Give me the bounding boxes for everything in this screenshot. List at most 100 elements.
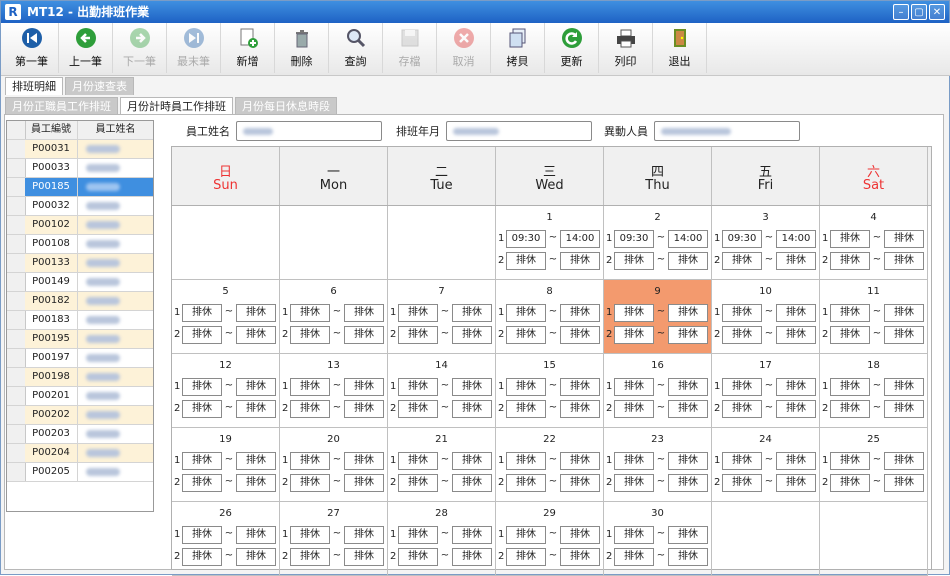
shift-end-field[interactable]: 排休 — [236, 326, 276, 344]
shift-start-field[interactable]: 排休 — [614, 304, 654, 322]
shift-start-field[interactable]: 排休 — [614, 526, 654, 544]
shift-end-field[interactable]: 排休 — [560, 378, 600, 396]
table-row[interactable]: P00182 — [7, 292, 153, 311]
employee-name-cell[interactable] — [78, 292, 153, 310]
shift-end-field[interactable]: 排休 — [236, 474, 276, 492]
schedule-month-field[interactable] — [446, 121, 592, 141]
shift-end-field[interactable]: 排休 — [560, 252, 600, 270]
row-selector[interactable] — [7, 140, 26, 158]
shift-start-field[interactable]: 排休 — [182, 400, 222, 418]
row-selector[interactable] — [7, 311, 26, 329]
employee-name-cell[interactable] — [78, 444, 153, 462]
employee-id-cell[interactable]: P00185 — [25, 178, 78, 196]
shift-end-field[interactable]: 排休 — [452, 304, 492, 322]
employee-name-cell[interactable] — [78, 159, 153, 177]
shift-start-field[interactable]: 排休 — [182, 304, 222, 322]
shift-end-field[interactable]: 14:00 — [776, 230, 816, 248]
row-selector[interactable] — [7, 349, 26, 367]
calendar-day-27[interactable]: 27 1 排休 ~ 排休 2 排休 ~ 排休 — [280, 502, 388, 576]
shift-end-field[interactable]: 排休 — [668, 526, 708, 544]
shift-start-field[interactable]: 排休 — [614, 378, 654, 396]
shift-start-field[interactable]: 排休 — [290, 400, 330, 418]
shift-start-field[interactable]: 排休 — [398, 452, 438, 470]
shift-end-field[interactable]: 排休 — [668, 452, 708, 470]
shift-start-field[interactable]: 排休 — [182, 526, 222, 544]
shift-end-field[interactable]: 排休 — [560, 304, 600, 322]
shift-end-field[interactable]: 排休 — [884, 252, 924, 270]
minimize-button[interactable]: – — [893, 4, 909, 20]
shift-start-field[interactable]: 排休 — [506, 548, 546, 566]
shift-start-field[interactable]: 排休 — [506, 526, 546, 544]
shift-start-field[interactable]: 排休 — [398, 326, 438, 344]
shift-start-field[interactable]: 排休 — [830, 230, 870, 248]
shift-end-field[interactable]: 14:00 — [560, 230, 600, 248]
employee-name-cell[interactable] — [78, 387, 153, 405]
employee-id-cell[interactable]: P00201 — [25, 387, 78, 405]
shift-start-field[interactable]: 排休 — [722, 452, 762, 470]
shift-end-field[interactable]: 排休 — [776, 452, 816, 470]
table-row[interactable]: P00031 — [7, 140, 153, 159]
shift-end-field[interactable]: 排休 — [452, 474, 492, 492]
shift-end-field[interactable]: 排休 — [452, 526, 492, 544]
table-row[interactable]: P00204 — [7, 444, 153, 463]
table-row[interactable]: P00033 — [7, 159, 153, 178]
shift-end-field[interactable]: 排休 — [668, 474, 708, 492]
row-selector[interactable] — [7, 368, 26, 386]
employee-name-cell[interactable] — [78, 140, 153, 158]
row-selector[interactable] — [7, 292, 26, 310]
shift-end-field[interactable]: 排休 — [236, 526, 276, 544]
row-selector[interactable] — [7, 178, 26, 196]
shift-end-field[interactable]: 排休 — [884, 452, 924, 470]
employee-id-cell[interactable]: P00033 — [25, 159, 78, 177]
table-row[interactable]: P00149 — [7, 273, 153, 292]
shift-start-field[interactable]: 09:30 — [722, 230, 762, 248]
shift-start-field[interactable]: 排休 — [182, 326, 222, 344]
shift-end-field[interactable]: 14:00 — [668, 230, 708, 248]
toolbar-button-save[interactable]: 存檔 — [383, 23, 437, 73]
shift-start-field[interactable]: 排休 — [398, 548, 438, 566]
calendar-day-28[interactable]: 28 1 排休 ~ 排休 2 排休 ~ 排休 — [388, 502, 496, 576]
toolbar-button-trash[interactable]: 刪除 — [275, 23, 329, 73]
row-selector[interactable] — [7, 330, 26, 348]
calendar-day-8[interactable]: 8 1 排休 ~ 排休 2 排休 ~ 排休 — [496, 280, 604, 354]
row-selector[interactable] — [7, 387, 26, 405]
calendar-day-12[interactable]: 12 1 排休 ~ 排休 2 排休 ~ 排休 — [172, 354, 280, 428]
employee-id-cell[interactable]: P00032 — [25, 197, 78, 215]
calendar-day-6[interactable]: 6 1 排休 ~ 排休 2 排休 ~ 排休 — [280, 280, 388, 354]
employee-id-cell[interactable]: P00195 — [25, 330, 78, 348]
shift-end-field[interactable]: 排休 — [452, 400, 492, 418]
shift-start-field[interactable]: 09:30 — [614, 230, 654, 248]
tab-monthly-lookup[interactable]: 月份速查表 — [65, 77, 134, 95]
calendar-day-30[interactable]: 30 1 排休 ~ 排休 2 排休 ~ 排休 — [604, 502, 712, 576]
shift-end-field[interactable]: 排休 — [668, 326, 708, 344]
shift-start-field[interactable]: 排休 — [290, 304, 330, 322]
shift-end-field[interactable]: 排休 — [452, 452, 492, 470]
calendar-day-21[interactable]: 21 1 排休 ~ 排休 2 排休 ~ 排休 — [388, 428, 496, 502]
shift-start-field[interactable]: 排休 — [830, 252, 870, 270]
shift-start-field[interactable]: 排休 — [614, 474, 654, 492]
calendar-day-22[interactable]: 22 1 排休 ~ 排休 2 排休 ~ 排休 — [496, 428, 604, 502]
table-row[interactable]: P00133 — [7, 254, 153, 273]
employee-name-cell[interactable] — [78, 178, 153, 196]
shift-start-field[interactable]: 排休 — [722, 304, 762, 322]
row-selector[interactable] — [7, 159, 26, 177]
shift-start-field[interactable]: 排休 — [290, 326, 330, 344]
shift-end-field[interactable]: 排休 — [560, 400, 600, 418]
calendar-day-29[interactable]: 29 1 排休 ~ 排休 2 排休 ~ 排休 — [496, 502, 604, 576]
shift-end-field[interactable]: 排休 — [776, 378, 816, 396]
shift-end-field[interactable]: 排休 — [344, 400, 384, 418]
modified-by-field[interactable] — [654, 121, 800, 141]
calendar-day-5[interactable]: 5 1 排休 ~ 排休 2 排休 ~ 排休 — [172, 280, 280, 354]
shift-end-field[interactable]: 排休 — [560, 526, 600, 544]
shift-start-field[interactable]: 排休 — [722, 378, 762, 396]
row-selector[interactable] — [7, 235, 26, 253]
calendar-day-26[interactable]: 26 1 排休 ~ 排休 2 排休 ~ 排休 — [172, 502, 280, 576]
shift-end-field[interactable]: 排休 — [452, 326, 492, 344]
shift-end-field[interactable]: 排休 — [776, 326, 816, 344]
shift-end-field[interactable]: 排休 — [776, 252, 816, 270]
shift-end-field[interactable]: 排休 — [236, 400, 276, 418]
shift-start-field[interactable]: 排休 — [506, 304, 546, 322]
toolbar-button-cancel[interactable]: 取消 — [437, 23, 491, 73]
employee-name-cell[interactable] — [78, 216, 153, 234]
employee-id-cell[interactable]: P00197 — [25, 349, 78, 367]
